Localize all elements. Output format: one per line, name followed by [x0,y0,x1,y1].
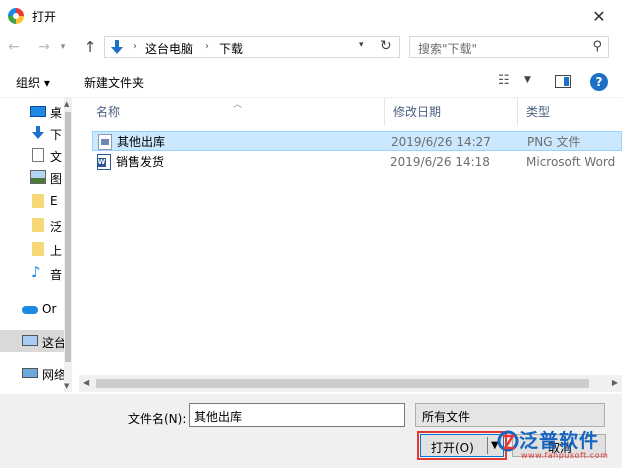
scrollbar-thumb[interactable] [65,112,71,362]
folder-icon [32,242,44,256]
png-file-icon [98,134,112,150]
scroll-left-arrow-icon[interactable]: ◀ [83,378,89,387]
pictures-icon [30,170,46,184]
download-icon [32,126,44,139]
filename-input[interactable]: 其他出库 ⌄ [189,403,405,427]
sidebar-item-label: 下 [50,128,63,142]
watermark-brand: 泛普软件 [519,430,600,452]
computer-icon [22,335,38,346]
command-toolbar: 组织 ▾ 新建文件夹 ☷ ▼ ? [0,66,622,98]
sidebar-item-label: 桌 [50,106,63,120]
chevron-down-icon[interactable]: ⌄ [422,408,598,419]
sidebar-item-folder-e[interactable]: E [0,190,72,212]
folder-icon [32,218,44,232]
search-placeholder: 搜索"下载" [418,42,478,56]
music-icon: ♪ [31,263,41,281]
file-row[interactable]: 销售发货 2019/6/26 14:18 Microsoft Word [92,152,622,172]
column-header-type[interactable]: 类型 [517,98,622,126]
refresh-icon[interactable]: ↻ [380,38,392,54]
address-bar[interactable]: › 这台电脑 › 下载 ▾ ↻ [104,36,400,58]
recent-locations-chevron-icon[interactable]: ▾ [56,38,70,56]
help-icon[interactable]: ? [590,73,608,91]
chevron-down-icon[interactable]: ▾ [359,40,364,50]
navigation-pane[interactable]: 桌 下 文 图 E 泛 上 ♪ 音 Or 这台 网络 [0,98,72,394]
close-button[interactable]: ✕ [576,0,622,32]
forward-arrow-icon[interactable]: → [34,38,54,56]
breadcrumb-this-pc[interactable]: 这台电脑 [145,40,193,57]
file-date: 2019/6/26 14:27 [391,135,491,149]
scroll-up-arrow-icon[interactable]: ▲ [64,100,69,108]
watermark-url: www.fanpusoft.com [521,451,609,460]
sidebar-item-label: Or [42,302,57,316]
breadcrumb-separator: › [133,41,137,52]
sidebar-item-this-pc[interactable]: 这台 [0,330,72,352]
preview-pane-icon[interactable] [555,75,571,88]
scroll-down-arrow-icon[interactable]: ▼ [64,382,69,390]
title-bar: 打开 ✕ [0,0,622,32]
sidebar-item-label: 文 [50,150,63,164]
word-file-icon [97,154,111,170]
sidebar-item-label: 网络 [42,368,67,382]
sidebar-item-network[interactable]: 网络 [0,362,72,384]
filename-label: 文件名(N): [128,412,187,426]
sidebar-item-documents[interactable]: 文 [0,144,72,166]
sidebar-item-folder-fan[interactable]: 泛 [0,214,72,236]
sidebar-item-desktop[interactable]: 桌 [0,100,72,122]
search-icon: ⚲ [592,39,602,54]
file-name: 销售发货 [116,155,165,169]
view-options-icon[interactable]: ☷ [498,73,510,88]
file-row[interactable]: 其他出库 2019/6/26 14:27 PNG 文件 [92,131,622,151]
sidebar-item-downloads[interactable]: 下 [0,122,72,144]
window-title: 打开 [32,10,57,24]
watermark: 泛普软件 www.fanpusoft.com [497,428,619,462]
sidebar-item-label: 上 [50,244,63,258]
highlight-annotation [417,431,507,460]
sidebar-item-music[interactable]: ♪ 音 [0,262,72,284]
sidebar-item-label: 泛 [50,220,63,234]
sidebar-scrollbar[interactable]: ▲ ▼ [64,98,72,392]
onedrive-icon [22,306,38,314]
navigation-bar: ← → ▾ ↑ › 这台电脑 › 下载 ▾ ↻ 搜索"下载" ⚲ [0,32,622,62]
filetype-select[interactable]: 所有文件 ⌄ [415,403,605,427]
sidebar-item-label: E [50,194,58,208]
sidebar-item-label: 图 [50,172,63,186]
column-header-date[interactable]: 修改日期 [384,98,517,126]
column-header-row: ︿ 名称 修改日期 类型 [79,98,622,126]
folder-icon [32,194,44,208]
column-header-name[interactable]: 名称 [88,98,386,126]
documents-icon [32,148,44,162]
chevron-down-icon[interactable]: ⌄ [194,408,398,419]
file-type: PNG 文件 [527,135,581,149]
file-list-pane[interactable]: ︿ 名称 修改日期 类型 其他出库 2019/6/26 14:27 PNG 文件… [79,98,622,394]
sidebar-item-onedrive[interactable]: Or [0,298,72,320]
file-type: Microsoft Word [526,155,616,169]
browser-app-icon [8,8,24,24]
organize-menu-button[interactable]: 组织 ▾ [16,74,50,91]
file-date: 2019/6/26 14:18 [390,155,490,169]
fanpu-logo-icon [497,430,519,452]
search-input[interactable]: 搜索"下载" ⚲ [409,36,609,58]
sidebar-item-pictures[interactable]: 图 [0,166,72,188]
scrollbar-thumb[interactable] [96,379,589,388]
file-name: 其他出库 [117,135,166,149]
sidebar-item-folder-shang[interactable]: 上 [0,238,72,260]
breadcrumb-downloads[interactable]: 下载 [219,40,243,57]
scroll-right-arrow-icon[interactable]: ▶ [612,378,618,387]
new-folder-button[interactable]: 新建文件夹 [84,74,144,91]
breadcrumb-separator[interactable]: › [205,41,209,52]
up-arrow-icon[interactable]: ↑ [80,38,100,56]
desktop-icon [30,106,46,117]
sidebar-item-label: 这台 [42,336,67,350]
back-arrow-icon[interactable]: ← [4,38,24,56]
file-list-horizontal-scrollbar[interactable]: ◀ ▶ [79,375,622,392]
download-folder-icon [111,40,123,54]
chevron-down-icon[interactable]: ▼ [524,75,531,85]
network-icon [22,368,38,378]
sidebar-item-label: 音 [50,268,63,282]
